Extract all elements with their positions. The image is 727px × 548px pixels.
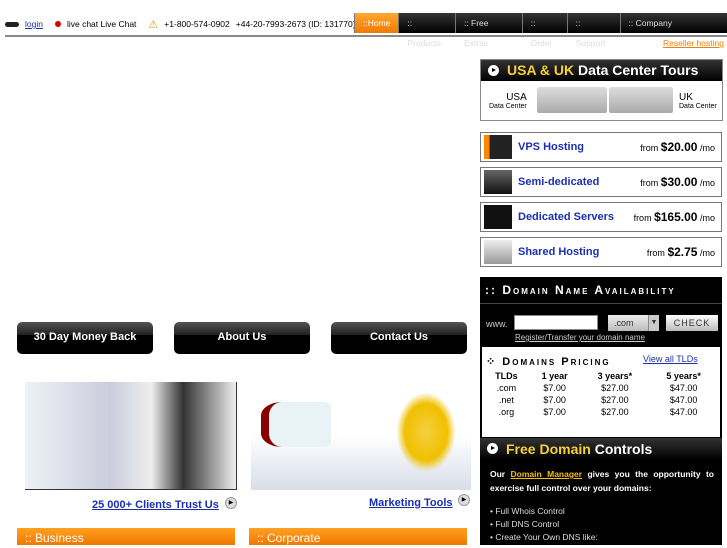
uk-server-image: [609, 87, 673, 113]
tour-title: USA & UK: [507, 62, 574, 78]
clients-image[interactable]: [25, 382, 237, 490]
service-name[interactable]: Semi-dedicated: [518, 176, 640, 188]
clients-trust-link[interactable]: 25 000+ Clients Trust Us: [92, 499, 219, 511]
domains-pricing: ⁘ Domains Pricing View all TLDs TLDs1 ye…: [482, 347, 720, 437]
service-price: from $30.00 /mo: [640, 175, 715, 189]
marketing-tools-link[interactable]: Marketing Tools: [369, 497, 453, 509]
list-item: • Full Whois Control: [490, 505, 598, 518]
table-row: .net$7.00$27.00$47.00: [484, 394, 718, 406]
main-nav: ::Home :: Products :: Free Extras :: Ord…: [354, 13, 727, 33]
reseller-hosting-link[interactable]: Reseller hosting: [663, 38, 724, 48]
pricing-table: TLDs1 year3 years*5 years* .com$7.00$27.…: [484, 370, 718, 418]
dedicated-image: [484, 205, 512, 229]
table-row: .org$7.00$27.00$47.00: [484, 406, 718, 418]
login-link[interactable]: login: [25, 19, 43, 29]
service-vps[interactable]: VPS Hostingfrom $20.00 /mo: [480, 132, 722, 162]
feature-list: • Full Whois Control • Full DNS Control …: [490, 505, 598, 544]
key-icon: [5, 22, 19, 27]
corporate-section-header[interactable]: :: Corporate: [249, 528, 467, 545]
shared-image: [484, 240, 512, 264]
domain-manager-desc: Our Domain Manager gives you the opportu…: [490, 467, 714, 495]
nav-free-extras[interactable]: :: Free Extras: [455, 13, 522, 33]
nav-support[interactable]: :: Support: [567, 13, 620, 33]
domain-manager-link[interactable]: Domain Manager: [511, 469, 583, 479]
free-domain-controls-header: Free Domain Controls: [480, 438, 722, 460]
service-price: from $2.75 /mo: [647, 245, 715, 259]
money-back-button[interactable]: 30 Day Money Back: [17, 322, 153, 354]
service-price: from $20.00 /mo: [640, 140, 715, 154]
www-label: www.: [486, 319, 508, 329]
play-icon[interactable]: ▶: [458, 494, 470, 506]
phone-us: +1-800-574-0902: [164, 19, 229, 29]
service-name[interactable]: Shared Hosting: [518, 246, 647, 258]
warning-icon: ⚠: [148, 18, 158, 31]
divider: [5, 35, 727, 37]
domain-input[interactable]: [514, 315, 598, 330]
trophy-image: [396, 392, 456, 472]
service-semi-dedicated[interactable]: Semi-dedicatedfrom $30.00 /mo: [480, 167, 722, 197]
about-us-button[interactable]: About Us: [174, 322, 310, 354]
contact-us-button[interactable]: Contact Us: [331, 322, 467, 354]
table-row: .com$7.00$27.00$47.00: [484, 382, 718, 394]
nav-products[interactable]: :: Products: [398, 13, 455, 33]
service-name[interactable]: VPS Hosting: [518, 141, 640, 153]
live-chat-icon: [55, 21, 61, 27]
service-shared[interactable]: Shared Hostingfrom $2.75 /mo: [480, 237, 722, 267]
usa-label: USAData Center: [489, 92, 527, 110]
list-item: • Create Your Own DNS like:: [490, 531, 598, 544]
data-center-tours[interactable]: USA & UK Data Center Tours USAData Cente…: [480, 59, 723, 121]
uk-label: UKData Center: [679, 92, 717, 110]
usa-server-image: [537, 87, 607, 113]
tour-title-rest: Data Center Tours: [574, 62, 698, 78]
service-name[interactable]: Dedicated Servers: [518, 211, 634, 223]
megaphone-image: [261, 402, 331, 447]
semi-dedicated-image: [484, 170, 512, 194]
nav-order[interactable]: :: Order: [522, 13, 567, 33]
top-bar: login live chat Live Chat ⚠ +1-800-574-0…: [5, 13, 356, 35]
nav-home[interactable]: ::Home: [354, 13, 398, 33]
tld-select[interactable]: .com▼: [608, 315, 659, 331]
list-item: • Full DNS Control: [490, 518, 598, 531]
nav-company[interactable]: :: Company: [620, 13, 727, 33]
play-icon: [487, 443, 498, 454]
grid-icon: ⁘: [486, 356, 502, 368]
pricing-title: ⁘ Domains Pricing: [486, 355, 611, 368]
vps-image: [484, 135, 512, 159]
live-chat-link[interactable]: live chat Live Chat: [67, 19, 136, 29]
check-button[interactable]: CHECK: [666, 315, 718, 331]
domain-title: :: Domain Name Availability: [480, 277, 722, 304]
view-all-tlds-link[interactable]: View all TLDs: [643, 354, 698, 364]
service-dedicated[interactable]: Dedicated Serversfrom $165.00 /mo: [480, 202, 722, 232]
play-icon: [488, 65, 499, 76]
phone-uk: +44-20-7993-2673 (ID: 131770): [236, 19, 356, 29]
play-icon[interactable]: ▶: [225, 497, 237, 509]
chevron-down-icon: ▼: [648, 315, 659, 331]
domain-availability-panel: :: Domain Name Availability www. .com▼ C…: [480, 277, 722, 545]
marketing-tools-image[interactable]: [251, 382, 471, 490]
service-price: from $165.00 /mo: [634, 210, 715, 224]
register-link[interactable]: Register/Transfer your domain name: [515, 333, 645, 342]
business-section-header[interactable]: :: Business: [17, 528, 235, 545]
